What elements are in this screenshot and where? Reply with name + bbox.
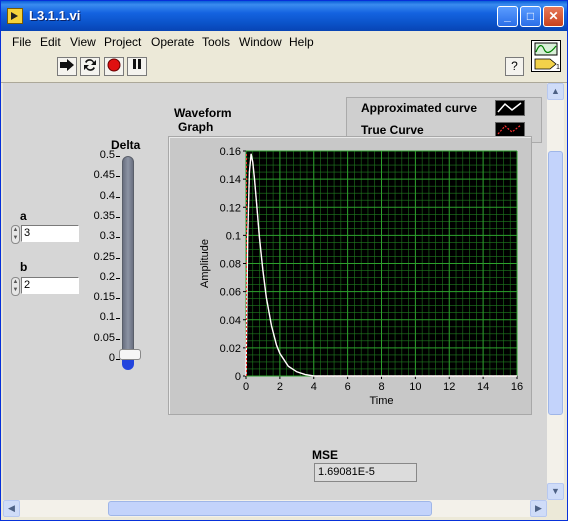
delta-label: Delta — [111, 138, 141, 152]
delta-tick-label: 0.4 — [99, 189, 115, 202]
delta-tick-label: 0.45 — [93, 169, 115, 182]
graph-label-line1: Waveform — [174, 106, 232, 120]
size-grip[interactable] — [547, 500, 564, 517]
delta-tick-mark — [116, 156, 120, 157]
delta-slider-thumb[interactable] — [119, 349, 141, 360]
window-title: L3.1.1.vi — [29, 8, 81, 23]
delta-tick-label: 0 — [108, 352, 115, 364]
menu-tools[interactable]: Tools — [202, 35, 230, 49]
delta-tick-mark — [116, 196, 120, 198]
title-bar[interactable]: L3.1.1.vi _ □ ✕ — [1, 1, 567, 31]
b-increment-decrement[interactable]: ▲ ▼ — [11, 277, 20, 296]
mse-indicator: 1.69081E-5 — [314, 463, 417, 482]
menu-edit[interactable]: Edit — [40, 35, 61, 49]
y-tick-label: 0.06 — [220, 287, 241, 299]
vi-connector-icon[interactable]: 1 — [531, 40, 561, 72]
delta-tick-label: 0.2 — [99, 270, 115, 283]
mse-label: MSE — [312, 448, 339, 462]
delta-tick-mark — [116, 277, 120, 279]
delta-tick-label: 0.35 — [93, 209, 115, 222]
labview-app-icon — [7, 8, 23, 24]
x-tick-label: 2 — [277, 381, 283, 393]
y-tick-label: 0.16 — [220, 146, 241, 158]
horizontal-scroll-thumb[interactable] — [108, 501, 432, 516]
menu-window[interactable]: Window — [239, 35, 282, 49]
delta-tick-mark — [116, 176, 120, 178]
b-input[interactable]: 2 — [21, 277, 79, 294]
x-tick-label: 10 — [409, 381, 421, 393]
scroll-up-button[interactable]: ▲ — [547, 83, 564, 100]
scroll-down-button[interactable]: ▼ — [547, 483, 564, 500]
run-arrow-icon[interactable] — [57, 57, 77, 76]
vertical-scroll-thumb[interactable] — [548, 151, 563, 415]
delta-slider-track[interactable] — [122, 156, 134, 366]
menu-operate[interactable]: Operate — [151, 35, 194, 49]
waveform-chart-svg[interactable]: 0 2 4 6 8 10 12 14 16 0 0.02 0.04 0.06 0.08 0.1 0.12 0.1… — [169, 137, 531, 414]
minimize-button[interactable]: _ — [497, 6, 518, 27]
delta-tick-mark — [116, 338, 120, 340]
x-tick-label: 16 — [511, 381, 523, 393]
a-increment-decrement[interactable]: ▲ ▼ — [11, 225, 20, 244]
menu-view[interactable]: View — [70, 35, 96, 49]
delta-tick-label: 0.3 — [99, 230, 115, 243]
graph-label-line2: Graph — [178, 120, 214, 134]
legend-label-true: True Curve — [361, 123, 424, 137]
y-tick-label: 0.08 — [220, 259, 241, 271]
maximize-button[interactable]: □ — [520, 6, 541, 27]
front-panel: a ▲ ▼ 3 b ▲ ▼ 2 Delta 0.5 0.45 0.4 0.35 0.3 0.2… — [3, 83, 547, 500]
delta-tick-label: 0.1 — [99, 311, 115, 324]
labview-window: L3.1.1.vi _ □ ✕ File Edit View Project O… — [0, 0, 568, 521]
scroll-right-button[interactable]: ▶ — [530, 500, 547, 517]
vi-icon-badge: 1 — [556, 64, 560, 71]
delta-tick-mark — [116, 298, 120, 300]
b-label: b — [20, 260, 28, 274]
delta-tick-mark — [116, 216, 120, 218]
white-line-swatch-icon — [495, 100, 525, 116]
vertical-scrollbar[interactable]: ▲ ▼ — [547, 83, 564, 500]
y-tick-label: 0.04 — [220, 315, 241, 327]
legend-label-approximated: Approximated curve — [361, 101, 478, 115]
menu-file[interactable]: File — [12, 35, 31, 49]
pause-icon[interactable] — [127, 57, 147, 76]
y-tick-label: 0.14 — [220, 174, 241, 186]
a-label: a — [20, 209, 27, 223]
delta-tick-mark — [116, 257, 120, 259]
y-tick-label: 0.1 — [226, 230, 241, 242]
x-tick-label: 12 — [443, 381, 455, 393]
y-tick-label: 0 — [235, 371, 241, 383]
run-continuously-icon[interactable] — [80, 57, 100, 76]
a-input[interactable]: 3 — [21, 225, 79, 242]
x-tick-label: 14 — [477, 381, 489, 393]
scroll-left-button[interactable]: ◀ — [3, 500, 20, 517]
menu-bar: File Edit View Project Operate Tools Win… — [1, 31, 567, 51]
horizontal-scrollbar[interactable]: ◀ ▶ — [3, 500, 547, 517]
x-tick-label: 4 — [311, 381, 317, 393]
toolbar: ? — [1, 51, 567, 83]
delta-tick-mark — [116, 237, 120, 239]
delta-tick-label: 0.05 — [93, 331, 115, 344]
waveform-graph[interactable]: 0 2 4 6 8 10 12 14 16 0 0.02 0.04 0.06 0.08 0.1 0.12 0.1… — [168, 136, 532, 415]
abort-execution-icon[interactable] — [104, 57, 124, 76]
y-axis-label: Amplitude — [199, 239, 211, 288]
delta-tick-label: 0.15 — [93, 291, 115, 304]
context-help-icon[interactable]: ? — [505, 57, 524, 76]
menu-project[interactable]: Project — [104, 35, 141, 49]
delta-tick-label: 0.25 — [93, 250, 115, 263]
y-tick-label: 0.12 — [220, 202, 241, 214]
legend-item-approximated[interactable]: Approximated curve — [347, 98, 541, 119]
x-axis-label: Time — [369, 395, 393, 407]
delta-tick-label: 0.5 — [99, 149, 115, 161]
x-tick-label: 6 — [345, 381, 351, 393]
x-tick-label: 0 — [243, 381, 249, 393]
close-button[interactable]: ✕ — [543, 6, 564, 27]
delta-tick-mark — [116, 318, 120, 320]
menu-help[interactable]: Help — [289, 35, 314, 49]
y-tick-label: 0.02 — [220, 343, 241, 355]
x-tick-label: 8 — [378, 381, 384, 393]
